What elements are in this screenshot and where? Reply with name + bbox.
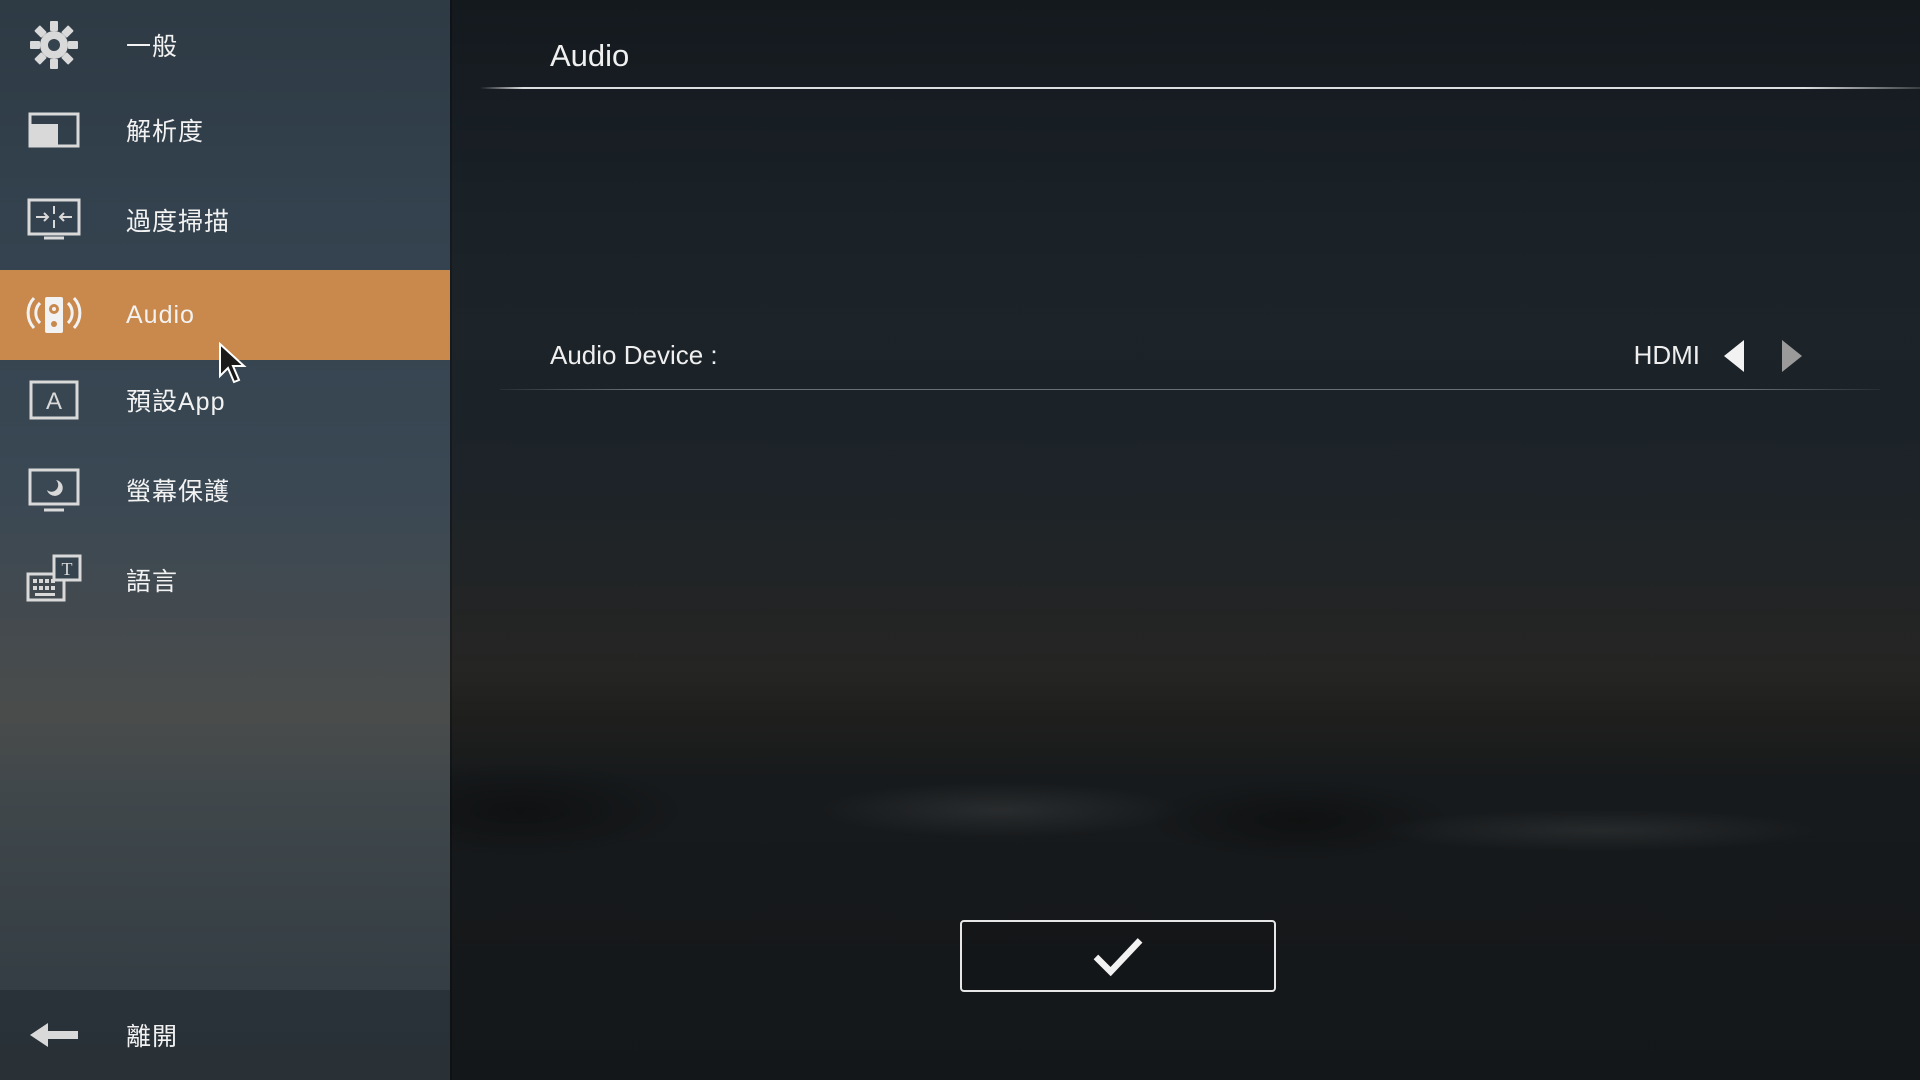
confirm-button[interactable]: [960, 920, 1276, 992]
sidebar-item-resolution[interactable]: 解析度: [0, 85, 450, 175]
sidebar-item-screensaver[interactable]: 螢幕保護: [0, 445, 450, 535]
title-divider: [480, 87, 1920, 89]
sidebar-item-exit[interactable]: 離開: [0, 990, 450, 1080]
previous-option-arrow-icon[interactable]: [1718, 336, 1752, 376]
gear-icon: [24, 15, 84, 75]
sidebar-item-label: 離開: [126, 1023, 179, 1051]
app-icon: A: [24, 370, 84, 430]
sidebar-item-general[interactable]: 一般: [0, 0, 450, 90]
sidebar-item-label: 過度掃描: [126, 208, 231, 236]
sidebar-item-language[interactable]: T 語言: [0, 535, 450, 625]
setting-value: HDMI: [1633, 340, 1700, 370]
page-title: Audio: [550, 38, 630, 73]
settings-sidebar: 一般 解析度 過度掃描 Audio A 預設App 螢幕保護 T 語言 離開: [0, 0, 450, 1080]
mouse-pointer-icon: [219, 342, 247, 384]
sidebar-item-label: 解析度: [126, 118, 205, 146]
sidebar-item-label: 預設App: [126, 388, 226, 416]
sidebar-item-label: 螢幕保護: [126, 478, 231, 506]
setting-label: Audio Device :: [550, 340, 718, 370]
audio-device-setting: Audio Device : HDMI: [500, 320, 1880, 390]
back-arrow-icon: [24, 1005, 84, 1065]
checkmark-icon: [1093, 938, 1143, 977]
resolution-icon: [24, 100, 84, 160]
screensaver-icon: [24, 460, 84, 520]
svg-text:A: A: [46, 388, 62, 415]
sidebar-item-label: 一般: [126, 33, 179, 61]
next-option-arrow-icon[interactable]: [1774, 336, 1808, 376]
overscan-icon: [24, 190, 84, 250]
speaker-icon: [24, 285, 84, 345]
sidebar-item-overscan[interactable]: 過度掃描: [0, 175, 450, 265]
svg-text:T: T: [62, 559, 73, 579]
row-divider: [500, 389, 1880, 390]
sidebar-item-label: Audio: [126, 300, 195, 329]
sidebar-item-label: 語言: [126, 568, 179, 596]
keyboard-language-icon: T: [24, 550, 84, 610]
